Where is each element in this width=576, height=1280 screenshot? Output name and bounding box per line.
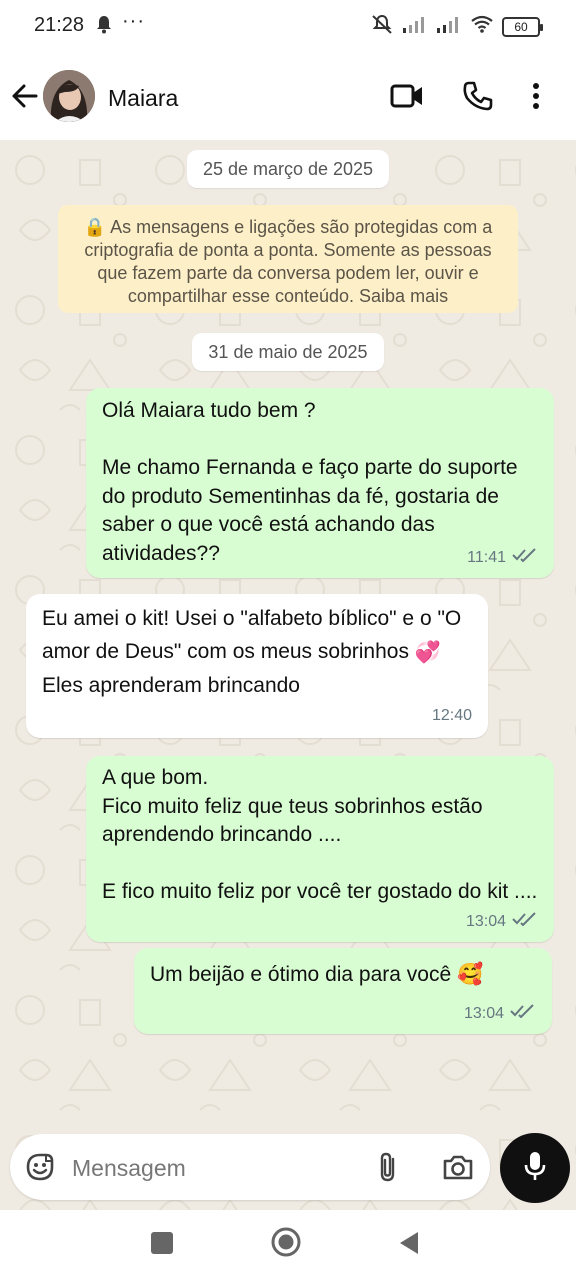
message-time: 13:04 xyxy=(465,912,506,930)
camera-icon[interactable] xyxy=(442,1153,474,1186)
more-options-icon[interactable] xyxy=(531,82,541,115)
microphone-button[interactable] xyxy=(500,1133,570,1203)
two-hearts-emoji: 💞 xyxy=(414,640,441,664)
message-time: 12:40 xyxy=(431,707,472,724)
status-time: 21:28 xyxy=(34,14,85,36)
message-text: Olá Maiara tudo bem ? Me chamo Fernanda … xyxy=(102,399,518,565)
message-text: Eu amei o kit! Usei o "alfabeto bíblico"… xyxy=(42,607,462,663)
battery-icon: 60 xyxy=(502,16,543,37)
voice-call-icon[interactable] xyxy=(462,80,494,117)
recent-apps-icon[interactable] xyxy=(151,1232,173,1254)
chat-header: Maiara xyxy=(0,52,576,140)
message-bubble-outgoing[interactable]: A que bom. Fico muito feliz que teus sob… xyxy=(86,756,554,942)
signal-strength-icon-2 xyxy=(436,15,462,38)
date-separator: 31 de maio de 2025 xyxy=(192,333,384,371)
date-separator: 25 de março de 2025 xyxy=(187,150,389,188)
message-bubble-outgoing[interactable]: Um beijão e ótimo dia para você 🥰 13:04 xyxy=(134,948,552,1034)
system-navigation-bar xyxy=(0,1210,576,1280)
microphone-icon xyxy=(523,1150,547,1187)
message-time: 11:41 xyxy=(467,548,506,566)
read-receipt-icon xyxy=(510,1000,536,1029)
message-meta: 12:40 xyxy=(432,699,472,732)
silent-mode-icon xyxy=(370,13,394,40)
signal-strength-icon xyxy=(402,15,428,38)
emoji-sticker-icon[interactable] xyxy=(24,1151,56,1188)
read-receipt-icon xyxy=(512,908,538,937)
home-icon[interactable] xyxy=(270,1226,302,1263)
message-bubble-incoming[interactable]: Eu amei o kit! Usei o "alfabeto bíblico"… xyxy=(26,594,488,738)
chat-area[interactable]: 25 de março de 2025 🔒 As mensagens e lig… xyxy=(0,140,576,1210)
message-text: Um beijão e ótimo dia para você xyxy=(150,963,452,986)
back-nav-icon[interactable] xyxy=(398,1230,420,1261)
notification-bell-icon xyxy=(96,14,112,39)
back-arrow-icon[interactable] xyxy=(10,82,38,115)
message-bubble-outgoing[interactable]: Olá Maiara tudo bem ? Me chamo Fernanda … xyxy=(86,388,554,578)
encryption-notice[interactable]: 🔒 As mensagens e ligações são protegidas… xyxy=(58,205,518,313)
message-text: A que bom. Fico muito feliz que teus sob… xyxy=(102,766,538,903)
composer-bar: Mensagem xyxy=(0,1130,576,1210)
read-receipt-icon xyxy=(512,544,538,573)
contact-name[interactable]: Maiara xyxy=(108,85,178,112)
message-placeholder: Mensagem xyxy=(72,1155,186,1181)
message-input[interactable]: Mensagem xyxy=(10,1134,490,1200)
message-meta: 13:04 xyxy=(466,908,538,937)
message-text: Eles aprenderam brincando xyxy=(42,673,300,697)
attachment-clip-icon[interactable] xyxy=(376,1151,400,1188)
more-notifications-icon: ··· xyxy=(122,10,145,32)
status-bar: 21:28 ··· 60 xyxy=(0,0,576,52)
smiling-face-with-hearts-emoji: 🥰 xyxy=(457,963,484,987)
video-call-icon[interactable] xyxy=(390,82,424,115)
message-meta: 13:04 xyxy=(464,1000,536,1029)
battery-level: 60 xyxy=(514,19,528,34)
message-time: 13:04 xyxy=(463,1004,504,1022)
message-meta: 11:41 xyxy=(467,544,538,573)
avatar[interactable] xyxy=(43,70,95,122)
wifi-icon xyxy=(470,15,494,38)
